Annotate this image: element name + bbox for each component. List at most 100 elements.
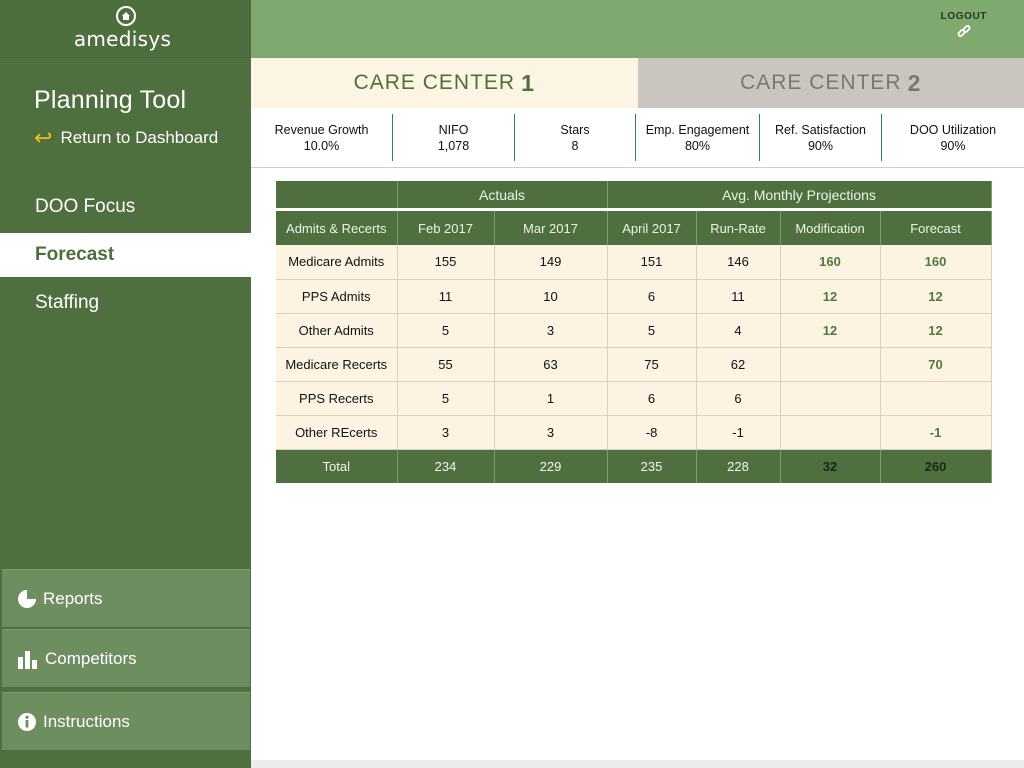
kpi-label: Emp. Engagement bbox=[645, 122, 750, 137]
sidebar-item-forecast[interactable]: Forecast bbox=[0, 233, 251, 277]
cell-mar: 10 bbox=[494, 279, 608, 314]
kpi-label: NIFO bbox=[438, 122, 469, 137]
cell-feb: 155 bbox=[397, 245, 495, 280]
cell-modification[interactable]: 160 bbox=[780, 245, 881, 280]
total-feb: 234 bbox=[397, 449, 495, 483]
cell-modification[interactable] bbox=[780, 381, 881, 416]
cell-forecast: 12 bbox=[880, 313, 992, 348]
care-center-tabs: CARE CENTER 1 CARE CENTER 2 bbox=[251, 58, 1024, 108]
info-icon bbox=[18, 712, 36, 731]
sidebar-item-staffing[interactable]: Staffing bbox=[0, 281, 251, 325]
cell-mar: 149 bbox=[494, 245, 608, 280]
competitors-button[interactable]: Competitors bbox=[2, 629, 250, 687]
sidebar-item-doo-focus[interactable]: DOO Focus bbox=[0, 185, 251, 229]
kpi-label: Revenue Growth bbox=[274, 122, 369, 137]
table-row: Other Admits 5 3 5 4 12 12 bbox=[276, 313, 992, 348]
tab-number: 2 bbox=[907, 69, 922, 96]
total-modification: 32 bbox=[780, 449, 881, 483]
cell-apr: -8 bbox=[607, 415, 697, 450]
group-header-actuals: Actuals bbox=[397, 181, 608, 208]
cell-forecast: 12 bbox=[880, 279, 992, 314]
kpi-value: 1,078 bbox=[437, 138, 470, 153]
pie-chart-icon bbox=[18, 589, 36, 608]
table-row: Other REcerts 3 3 -8 -1 -1 bbox=[276, 415, 992, 450]
brand-name: amedisys bbox=[73, 27, 172, 51]
group-header-projections: Avg. Monthly Projections bbox=[607, 181, 992, 208]
footer-bar bbox=[251, 760, 1024, 768]
row-label: PPS Admits bbox=[276, 279, 398, 314]
kpi-value: 80% bbox=[684, 138, 711, 153]
kpi-stars: Stars 8 bbox=[515, 114, 636, 161]
cell-run-rate: 146 bbox=[696, 245, 781, 280]
column-header: Modification bbox=[780, 211, 881, 245]
reports-label: Reports bbox=[43, 588, 103, 608]
cell-modification[interactable] bbox=[780, 347, 881, 382]
cell-forecast: -1 bbox=[880, 415, 992, 450]
sidebar-nav: DOO Focus Forecast Staffing bbox=[0, 185, 251, 329]
table-row: PPS Recerts 5 1 6 6 bbox=[276, 381, 992, 416]
kpi-label: Ref. Satisfaction bbox=[774, 122, 866, 137]
logout-label: LOGOUT bbox=[940, 11, 987, 22]
cell-mar: 1 bbox=[494, 381, 608, 416]
row-label: Medicare Recerts bbox=[276, 347, 398, 382]
cell-forecast bbox=[880, 381, 992, 416]
group-header-blank bbox=[276, 181, 398, 208]
column-header: Run-Rate bbox=[696, 211, 781, 245]
cell-forecast: 70 bbox=[880, 347, 992, 382]
kpi-value: 90% bbox=[940, 138, 966, 153]
tab-care-center-2[interactable]: CARE CENTER 2 bbox=[637, 58, 1024, 108]
logout-button[interactable]: LOGOUT bbox=[941, 11, 987, 43]
kpi-nifo: NIFO 1,078 bbox=[393, 114, 515, 161]
link-icon bbox=[957, 25, 971, 43]
sidebar: amedisys Planning Tool ↩ Return to Dashb… bbox=[0, 0, 251, 768]
column-header: Forecast bbox=[880, 211, 992, 245]
cell-feb: 55 bbox=[397, 347, 495, 382]
cell-mar: 3 bbox=[494, 415, 608, 450]
kpi-emp-engagement: Emp. Engagement 80% bbox=[636, 114, 760, 161]
kpi-label: DOO Utilization bbox=[909, 122, 997, 137]
kpi-value: 90% bbox=[807, 138, 834, 153]
cell-run-rate: -1 bbox=[696, 415, 781, 450]
column-header: Mar 2017 bbox=[494, 211, 608, 245]
return-arrow-icon: ↩ bbox=[34, 125, 53, 150]
cell-run-rate: 11 bbox=[696, 279, 781, 314]
instructions-label: Instructions bbox=[43, 711, 130, 731]
kpi-strip: Revenue Growth 10.0% NIFO 1,078 Stars 8 … bbox=[251, 108, 1024, 168]
cell-feb: 11 bbox=[397, 279, 495, 314]
kpi-doo-utilization: DOO Utilization 90% bbox=[882, 114, 1024, 161]
forecast-table: Actuals Avg. Monthly Projections Admits … bbox=[276, 181, 992, 483]
return-label: Return to Dashboard bbox=[60, 128, 219, 147]
reports-button[interactable]: Reports bbox=[2, 569, 250, 627]
logo[interactable]: amedisys bbox=[0, 0, 251, 58]
home-icon bbox=[115, 6, 136, 26]
cell-feb: 3 bbox=[397, 415, 495, 450]
tab-label: CARE CENTER bbox=[740, 71, 902, 94]
table-row: Medicare Recerts 55 63 75 62 70 bbox=[276, 347, 992, 382]
top-bar: LOGOUT bbox=[251, 0, 1024, 58]
competitors-label: Competitors bbox=[45, 648, 137, 668]
column-header: April 2017 bbox=[607, 211, 697, 245]
cell-apr: 6 bbox=[607, 381, 697, 416]
cell-modification[interactable]: 12 bbox=[780, 313, 881, 348]
cell-run-rate: 6 bbox=[696, 381, 781, 416]
total-mar: 229 bbox=[494, 449, 608, 483]
kpi-label: Stars bbox=[560, 122, 590, 137]
bar-chart-icon bbox=[18, 650, 37, 669]
cell-run-rate: 62 bbox=[696, 347, 781, 382]
instructions-button[interactable]: Instructions bbox=[2, 692, 250, 750]
total-row: Total 234 229 235 228 32 260 bbox=[276, 449, 992, 483]
tab-care-center-1[interactable]: CARE CENTER 1 bbox=[251, 58, 638, 108]
kpi-value: 10.0% bbox=[303, 138, 340, 153]
tab-number: 1 bbox=[521, 69, 535, 96]
row-label: Medicare Admits bbox=[276, 245, 398, 280]
cell-modification[interactable]: 12 bbox=[780, 279, 881, 314]
return-to-dashboard-link[interactable]: ↩ Return to Dashboard bbox=[34, 127, 218, 149]
cell-apr: 75 bbox=[607, 347, 697, 382]
total-forecast: 260 bbox=[880, 449, 992, 483]
cell-modification[interactable] bbox=[780, 415, 881, 450]
cell-mar: 3 bbox=[494, 313, 608, 348]
cell-feb: 5 bbox=[397, 381, 495, 416]
total-apr: 235 bbox=[607, 449, 697, 483]
cell-apr: 151 bbox=[607, 245, 697, 280]
table-row: PPS Admits 11 10 6 11 12 12 bbox=[276, 279, 992, 314]
